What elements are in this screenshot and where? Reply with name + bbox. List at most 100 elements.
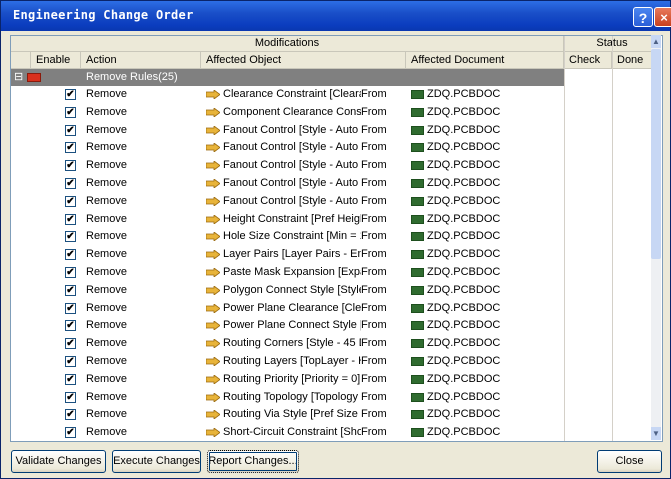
action-cell: Remove [86, 390, 127, 403]
action-cell: Remove [86, 408, 127, 421]
action-column-header[interactable]: Action [81, 52, 201, 69]
expand-column-header[interactable] [11, 52, 31, 69]
affected-document-cell: ZDQ.PCBDOC [427, 88, 501, 100]
table-row[interactable]: ✔ Remove Fanout Control [Style - Auto [Fro… [11, 157, 564, 175]
affected-document-cell: ZDQ.PCBDOC [427, 141, 501, 154]
table-row[interactable]: ✔ Remove Fanout Control [Style - Auto [Fro… [11, 175, 564, 193]
table-row[interactable]: ✔ Remove Routing Priority [Priority = 0] Fr… [11, 371, 564, 389]
action-cell: Remove [86, 123, 127, 136]
execute-changes-button[interactable]: Execute Changes [112, 450, 201, 473]
table-row[interactable]: ✔ Remove Short-Circuit Constraint [Short C… [11, 424, 564, 441]
eco-dialog: Engineering Change Order ? × Modificatio… [0, 0, 671, 479]
enable-checkbox[interactable]: ✔ [65, 338, 76, 350]
enable-checkbox[interactable]: ✔ [65, 427, 76, 439]
modifications-header: Modifications [11, 36, 564, 52]
scroll-up-icon[interactable]: ▲ [651, 35, 661, 48]
table-row[interactable]: ✔ Remove Routing Corners [Style - 45 DegFr… [11, 335, 564, 353]
pcb-document-icon [411, 179, 424, 188]
enable-checkbox[interactable]: ✔ [65, 195, 76, 207]
enable-checkbox[interactable]: ✔ [65, 213, 76, 225]
enable-checkbox[interactable]: ✔ [65, 356, 76, 367]
action-cell: Remove [86, 319, 127, 332]
enable-checkbox[interactable]: ✔ [65, 391, 76, 403]
table-row[interactable]: ✔ Remove Clearance Constraint [ClearancFro… [11, 86, 564, 104]
table-row[interactable]: ✔ Remove Component Clearance ConstraiFrom Z… [11, 104, 564, 122]
table-row[interactable]: ✔ Remove Polygon Connect Style [Style - Fro… [11, 282, 564, 300]
affected-object-cell: Hole Size Constraint [Min = 1mi [223, 230, 361, 243]
pcb-document-icon [411, 214, 424, 224]
collapse-toggle-icon[interactable]: ⊟ [14, 70, 23, 83]
table-row[interactable]: ✔ Remove Fanout Control [Style - Auto [Fro… [11, 139, 564, 157]
enable-checkbox[interactable]: ✔ [65, 142, 76, 154]
affected-object-cell: Fanout Control [Style - Auto [ [223, 159, 361, 172]
enable-checkbox[interactable]: ✔ [65, 302, 76, 314]
enable-checkbox[interactable]: ✔ [65, 267, 76, 278]
action-cell: Remove [86, 426, 127, 439]
rule-arrow-icon [206, 90, 220, 99]
enable-checkbox[interactable]: ✔ [65, 320, 76, 332]
table-row[interactable]: ✔ Remove Hole Size Constraint [Min = 1miFr… [11, 228, 564, 246]
enable-checkbox[interactable]: ✔ [65, 231, 76, 243]
action-cell: Remove [86, 355, 127, 367]
validate-changes-button[interactable]: Validate Changes [11, 450, 106, 473]
table-row[interactable]: ✔ Remove Fanout Control [Style - Auto [Fro… [11, 122, 564, 140]
action-cell: Remove [86, 141, 127, 154]
rule-arrow-icon [206, 143, 220, 153]
pcb-document-icon [411, 303, 424, 313]
scroll-down-icon[interactable]: ▼ [651, 427, 661, 440]
affected-document-cell: ZDQ.PCBDOC [427, 230, 501, 243]
enable-checkbox[interactable]: ✔ [65, 89, 76, 100]
from-cell: From [361, 355, 387, 367]
from-cell: From [361, 319, 387, 332]
enable-checkbox[interactable]: ✔ [65, 160, 76, 172]
check-column-header[interactable]: Check [564, 52, 612, 69]
affected-document-cell: ZDQ.PCBDOC [427, 390, 501, 403]
from-cell: From [361, 177, 387, 189]
affected-document-cell: ZDQ.PCBDOC [427, 123, 501, 136]
affected-object-column-header[interactable]: Affected Object [201, 52, 406, 69]
action-cell: Remove [86, 194, 127, 207]
enable-checkbox[interactable]: ✔ [65, 124, 76, 136]
table-row[interactable]: ✔ Remove Height Constraint [Pref Height Fro… [11, 211, 564, 229]
affected-document-column-header[interactable]: Affected Document [406, 52, 564, 69]
close-button[interactable]: Close [597, 450, 662, 473]
pcb-document-icon [411, 232, 424, 242]
from-cell: From [361, 283, 387, 296]
enable-checkbox[interactable]: ✔ [65, 178, 76, 189]
table-row[interactable]: ✔ Remove Power Plane Clearance [ClearaFrom… [11, 300, 564, 318]
from-cell: From [361, 372, 387, 385]
table-row[interactable]: ✔ Remove Routing Via Style [Pref Size = 5F… [11, 406, 564, 424]
from-cell: From [361, 105, 387, 118]
help-button[interactable]: ? [633, 7, 653, 27]
action-cell: Remove [86, 337, 127, 350]
rule-arrow-icon [206, 285, 220, 295]
changes-grid: Modifications Status Enable Action Affec… [10, 35, 663, 442]
enable-checkbox[interactable]: ✔ [65, 284, 76, 296]
enable-checkbox[interactable]: ✔ [65, 373, 76, 385]
affected-document-cell: ZDQ.PCBDOC [427, 408, 501, 421]
title-bar[interactable]: Engineering Change Order ? × [1, 1, 671, 31]
folder-icon [27, 73, 41, 82]
enable-checkbox[interactable]: ✔ [65, 409, 76, 421]
table-row[interactable]: ✔ Remove Routing Topology [Topology - S Fro… [11, 389, 564, 407]
close-window-button[interactable]: × [654, 7, 671, 27]
rule-arrow-icon [206, 232, 220, 242]
report-changes-button[interactable]: Report Changes... [207, 450, 299, 473]
table-row[interactable]: ✔ Remove Paste Mask Expansion [Expan From ZD… [11, 264, 564, 282]
from-cell: From [361, 408, 387, 421]
table-row[interactable]: ✔ Remove Power Plane Connect Style [St From… [11, 317, 564, 335]
scroll-thumb[interactable] [651, 49, 661, 259]
group-row-remove-rules[interactable]: ⊟ Remove Rules(25) [11, 69, 564, 86]
rule-arrow-icon [206, 303, 220, 313]
from-cell: From [361, 194, 387, 207]
table-row[interactable]: ✔ Remove Routing Layers [TopLayer - Ho From… [11, 353, 564, 371]
enable-checkbox[interactable]: ✔ [65, 106, 76, 118]
table-row[interactable]: ✔ Remove Fanout Control [Style - Auto [Fro… [11, 193, 564, 211]
affected-object-cell: Height Constraint [Pref Height [223, 212, 361, 225]
enable-checkbox[interactable]: ✔ [65, 249, 76, 261]
vertical-scrollbar[interactable]: ▲ ▼ [651, 35, 661, 440]
enable-column-header[interactable]: Enable [31, 52, 81, 69]
rule-arrow-icon [206, 392, 220, 402]
table-row[interactable]: ✔ Remove Layer Pairs [Layer Pairs - EnforF… [11, 246, 564, 264]
column-divider [612, 36, 613, 441]
